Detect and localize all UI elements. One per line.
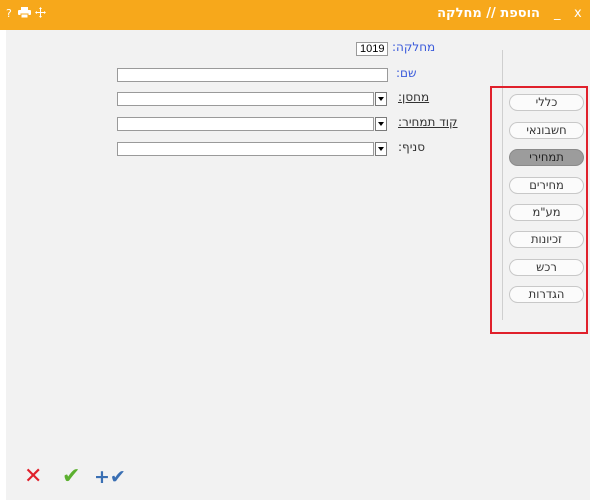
move-icon[interactable]	[35, 7, 46, 22]
department-field[interactable]	[356, 42, 388, 56]
minimize-button[interactable]: _	[554, 6, 561, 22]
window-title: הוספת // מחלקה	[437, 6, 540, 21]
branch-label: סניף:	[398, 140, 425, 154]
tab-settings[interactable]: הגדרות	[509, 286, 584, 303]
tab-purchasing[interactable]: רכש	[509, 259, 584, 276]
tab-prices[interactable]: מחירים	[509, 177, 584, 194]
tab-general[interactable]: כללי	[509, 94, 584, 111]
warehouse-field[interactable]	[117, 92, 374, 106]
branch-field[interactable]	[117, 142, 374, 156]
branch-dropdown-button[interactable]	[375, 142, 387, 156]
warehouse-dropdown-button[interactable]	[375, 92, 387, 106]
confirm-and-add-button[interactable]: +✔	[94, 466, 126, 488]
printer-icon[interactable]	[18, 7, 31, 22]
tab-accounting[interactable]: חשבונאי	[509, 122, 584, 139]
close-button[interactable]: x	[574, 6, 582, 22]
pricing-code-dropdown-button[interactable]	[375, 117, 387, 131]
tab-vat[interactable]: מע"מ	[509, 204, 584, 221]
pricing-code-field[interactable]	[117, 117, 374, 131]
warehouse-label[interactable]: מחסן:	[398, 90, 429, 104]
name-label: שם:	[396, 66, 417, 80]
pricing-code-label[interactable]: קוד תמחיר:	[398, 115, 458, 129]
department-label: מחלקה:	[392, 40, 436, 54]
tab-costing[interactable]: תמחירי	[509, 149, 584, 166]
cancel-button[interactable]: ✕	[24, 466, 42, 488]
title-bar: ? הוספת // מחלקה _ x	[0, 0, 590, 30]
name-field[interactable]	[117, 68, 388, 82]
help-icon[interactable]: ?	[6, 7, 12, 21]
confirm-button[interactable]: ✔	[62, 466, 80, 488]
tab-franchises[interactable]: זכיונות	[509, 231, 584, 248]
